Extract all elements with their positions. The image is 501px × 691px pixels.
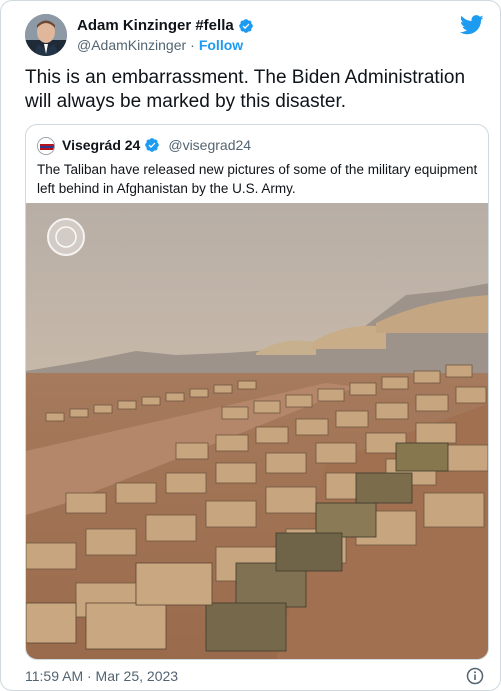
tweet-card: Adam Kinzinger #fella @AdamKinzinger · Fol… <box>0 0 501 691</box>
twitter-bird-icon[interactable] <box>459 15 484 35</box>
separator-dot: · <box>190 37 195 53</box>
verified-badge-icon <box>238 18 254 34</box>
quoted-author-name: Visegrád 24 <box>62 137 141 153</box>
info-icon[interactable] <box>466 667 484 685</box>
follow-button[interactable]: Follow <box>199 37 243 53</box>
author-name[interactable]: Adam Kinzinger #fella <box>77 17 234 34</box>
verified-badge-icon <box>144 137 160 153</box>
quoted-author-handle: @visegrad24 <box>168 137 252 153</box>
quoted-photo[interactable] <box>26 203 488 659</box>
author-avatar[interactable] <box>25 14 67 56</box>
author-handle[interactable]: @AdamKinzinger <box>77 37 186 53</box>
quoted-name-row: Visegrád 24 @visegrad24 <box>62 137 251 153</box>
author-handle-row: @AdamKinzinger · Follow <box>77 37 243 53</box>
quoted-tweet[interactable]: Visegrád 24 @visegrad24 The Taliban have… <box>25 124 489 660</box>
quoted-text: The Taliban have released new pictures o… <box>37 162 478 196</box>
quoted-avatar <box>37 137 55 155</box>
tweet-timestamp[interactable]: 11:59 AM · Mar 25, 2023 <box>25 668 178 684</box>
author-name-row: Adam Kinzinger #fella <box>77 17 254 34</box>
tweet-text: This is an embarrassment. The Biden Admi… <box>25 67 466 112</box>
